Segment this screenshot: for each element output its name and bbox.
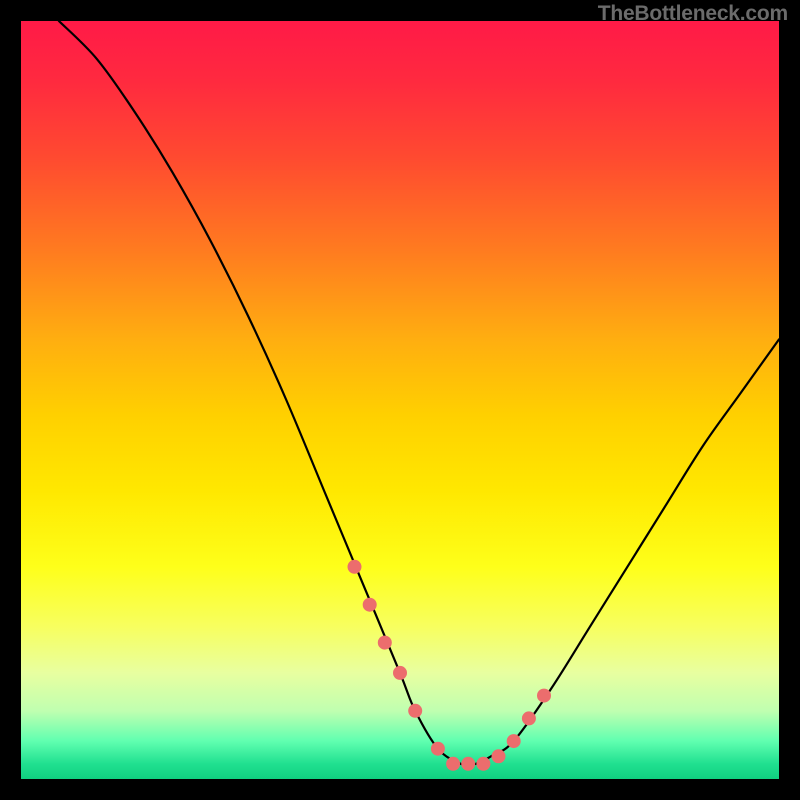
marker-point — [492, 749, 506, 763]
marker-point — [431, 742, 445, 756]
chart-container: TheBottleneck.com — [0, 0, 800, 800]
marker-point — [507, 734, 521, 748]
highlight-markers — [348, 560, 552, 771]
marker-point — [522, 711, 536, 725]
marker-point — [393, 666, 407, 680]
marker-point — [461, 757, 475, 771]
marker-point — [408, 704, 422, 718]
watermark-text: TheBottleneck.com — [598, 2, 788, 26]
marker-point — [537, 689, 551, 703]
marker-point — [348, 560, 362, 574]
marker-point — [378, 636, 392, 650]
marker-point — [363, 598, 377, 612]
bottleneck-curve — [59, 21, 779, 765]
marker-point — [446, 757, 460, 771]
marker-point — [476, 757, 490, 771]
chart-svg — [21, 21, 779, 779]
plot-area — [21, 21, 779, 779]
